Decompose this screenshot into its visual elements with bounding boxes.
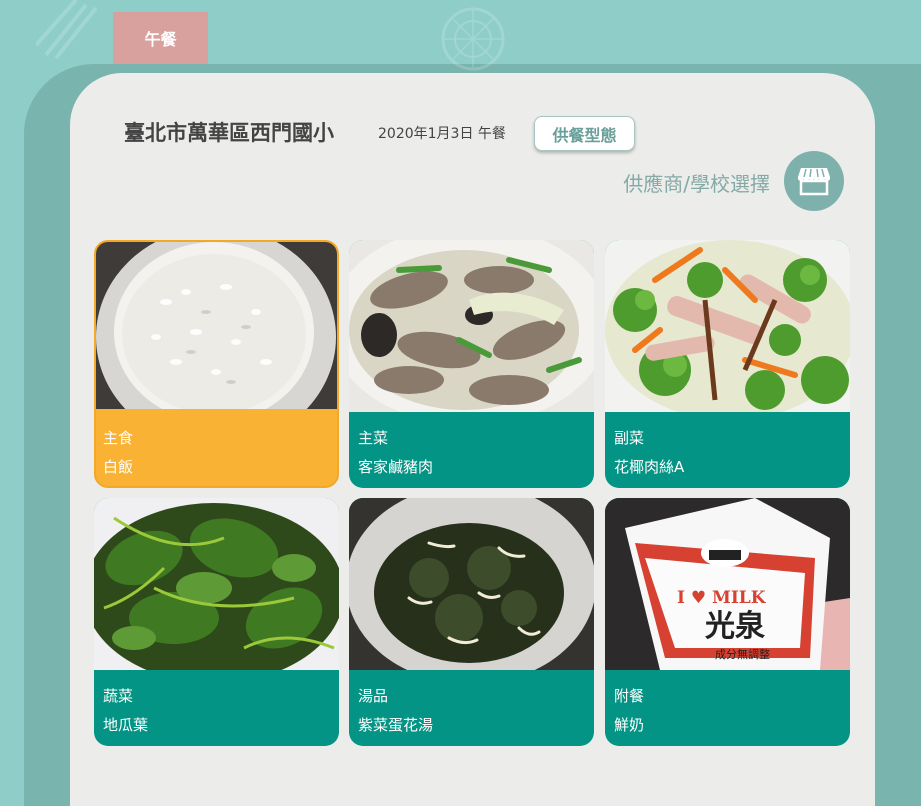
dish-name: 紫菜蛋花湯	[358, 716, 434, 734]
dish-tile-staple[interactable]: 主食 白飯	[94, 240, 339, 488]
dish-name: 地瓜葉	[103, 716, 149, 734]
dish-name: 客家鹹豬肉	[358, 458, 434, 476]
dish-name: 鮮奶	[614, 716, 645, 734]
dish-name: 白飯	[103, 458, 134, 476]
rice-photo	[96, 242, 337, 409]
dish-category: 副菜	[614, 429, 645, 447]
sweet-potato-leaves-photo	[94, 498, 339, 670]
dish-category: 湯品	[358, 687, 389, 705]
milk-name-text: 光泉	[705, 609, 765, 644]
dish-category: 主食	[103, 429, 134, 447]
pork-photo	[349, 240, 594, 412]
store-button[interactable]	[784, 151, 844, 211]
dish-name: 花椰肉絲A	[614, 458, 685, 476]
tab-lunch[interactable]: 午餐	[113, 12, 208, 64]
school-name: 臺北市萬華區西門國小	[124, 121, 334, 145]
decorative-plate-icon	[441, 7, 505, 71]
service-type-button[interactable]: 供餐型態	[534, 116, 635, 151]
dish-tile-main[interactable]: 主菜 客家鹹豬肉	[349, 240, 594, 488]
dish-category: 主菜	[358, 429, 389, 447]
decorative-fork-icon	[36, 0, 98, 60]
seaweed-soup-photo	[349, 498, 594, 670]
menu-date: 2020年1月3日 午餐	[378, 126, 506, 142]
dish-tile-vegetable[interactable]: 蔬菜 地瓜葉	[94, 498, 339, 746]
dish-category: 蔬菜	[103, 687, 134, 705]
store-icon	[798, 168, 830, 196]
dish-tile-extra[interactable]: I ♥ MILK 光泉 成分無調整 附餐 鮮奶	[605, 498, 850, 746]
milk-carton-photo: I ♥ MILK 光泉 成分無調整	[605, 498, 850, 670]
dish-tile-side[interactable]: 副菜 花椰肉絲A	[605, 240, 850, 488]
milk-subtitle-text: 成分無調整	[715, 647, 770, 661]
dish-category: 附餐	[614, 687, 645, 705]
milk-brand-text: I ♥ MILK	[677, 588, 767, 608]
dish-tile-soup[interactable]: 湯品 紫菜蛋花湯	[349, 498, 594, 746]
supplier-school-select-link[interactable]: 供應商/學校選擇	[623, 168, 770, 197]
broccoli-photo	[605, 240, 850, 412]
